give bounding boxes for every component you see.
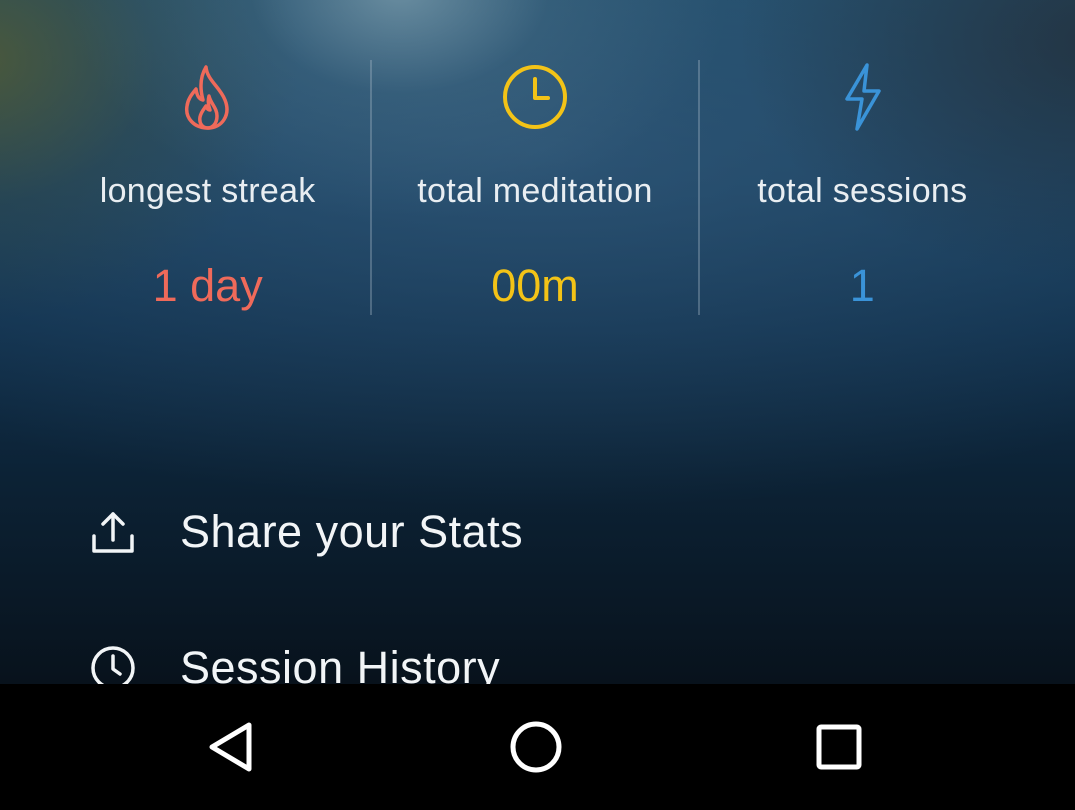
stats-screen: longest streak 1 day total meditation 00… xyxy=(0,0,1075,684)
stat-label: total sessions xyxy=(757,172,968,210)
home-button[interactable] xyxy=(506,717,566,777)
session-history-button[interactable]: Session History xyxy=(88,628,988,684)
flame-icon xyxy=(173,62,243,132)
stats-row: longest streak 1 day total meditation 00… xyxy=(45,60,1025,315)
clock-icon xyxy=(500,62,570,132)
history-clock-icon xyxy=(88,643,138,684)
stat-total-meditation: total meditation 00m xyxy=(370,60,697,315)
back-triangle-icon xyxy=(209,722,252,772)
stat-label: longest streak xyxy=(99,172,316,210)
share-stats-button[interactable]: Share your Stats xyxy=(88,492,988,572)
stat-value: 1 day xyxy=(152,260,263,311)
stat-value: 00m xyxy=(491,260,579,311)
home-circle-icon xyxy=(510,721,562,773)
recents-button[interactable] xyxy=(809,717,869,777)
stat-longest-streak: longest streak 1 day xyxy=(45,60,370,315)
lightning-bolt-icon xyxy=(827,62,897,132)
stat-total-sessions: total sessions 1 xyxy=(697,60,1025,315)
share-upload-icon xyxy=(88,507,138,557)
system-navigation-bar xyxy=(0,684,1075,810)
back-button[interactable] xyxy=(203,717,263,777)
stat-value: 1 xyxy=(849,260,875,311)
stat-label: total meditation xyxy=(417,172,653,210)
session-history-label: Session History xyxy=(180,642,501,684)
recents-square-icon xyxy=(816,724,862,770)
share-stats-label: Share your Stats xyxy=(180,506,524,557)
